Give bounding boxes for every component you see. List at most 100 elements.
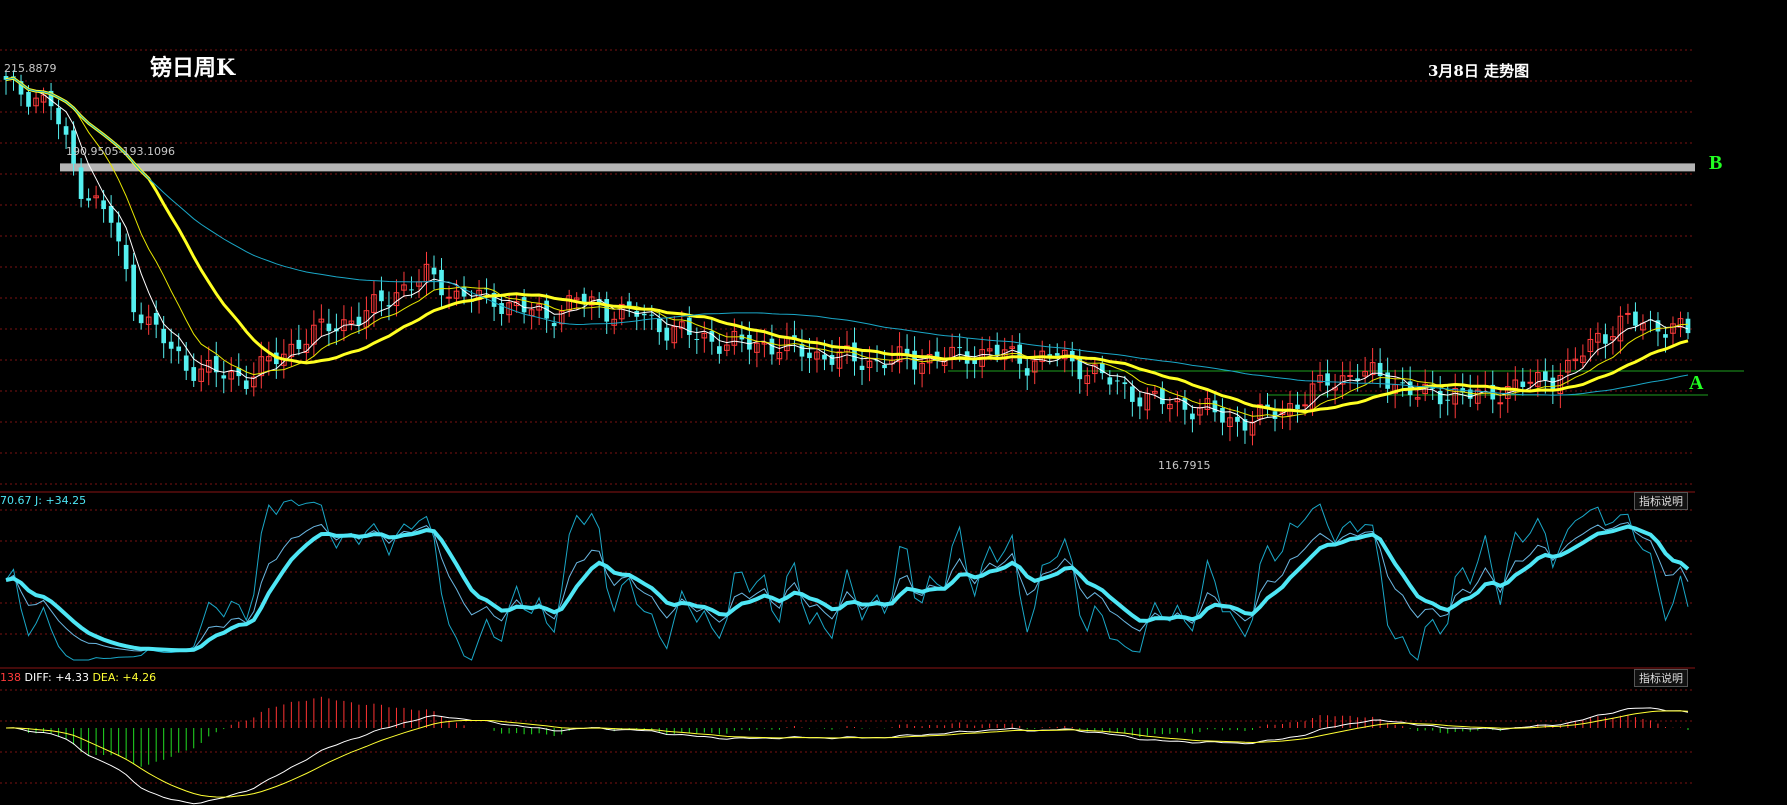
candle-body-down bbox=[161, 328, 167, 344]
macd-explain-button[interactable]: 指标说明 bbox=[1634, 669, 1688, 687]
kdj-d-line bbox=[5, 524, 1690, 653]
candle-body-down bbox=[859, 365, 865, 370]
candle-body-down bbox=[1603, 334, 1608, 344]
macd-value: 138 bbox=[0, 671, 21, 684]
chart-title: 镑日周K bbox=[150, 55, 236, 81]
candle-body-down bbox=[822, 354, 827, 360]
candle-body-up bbox=[1302, 404, 1308, 407]
resistance-band-b bbox=[60, 163, 1695, 172]
candle-body-down bbox=[1190, 413, 1195, 420]
candle-body-down bbox=[882, 364, 887, 369]
candle-body-down bbox=[1550, 377, 1556, 390]
chart-stage: 镑日周K 3月8日 走势图 215.8879 190.9505-193.1096… bbox=[0, 0, 1787, 805]
kdj-header: 70.67 J: +34.25 bbox=[0, 494, 86, 507]
candle-body-down bbox=[56, 107, 61, 125]
candle-body-down bbox=[957, 347, 962, 349]
candle-body-up bbox=[1347, 375, 1353, 378]
candle-body-down bbox=[807, 352, 812, 359]
candle-body-down bbox=[1130, 386, 1135, 402]
candle-body-down bbox=[1445, 399, 1451, 401]
dea-label: DEA: bbox=[92, 671, 119, 684]
candle-body-down bbox=[1220, 408, 1225, 423]
candle-body-down bbox=[379, 290, 384, 302]
kdj-k-value: 70.67 bbox=[0, 494, 32, 507]
date-label: 3月8日 走势图 bbox=[1428, 62, 1530, 80]
kdj-j-value: +34.25 bbox=[45, 494, 87, 507]
candle-body-down bbox=[829, 354, 835, 365]
candle-body-down bbox=[994, 344, 1000, 355]
candle-body-down bbox=[356, 316, 362, 326]
candle-body-down bbox=[1520, 381, 1526, 387]
candle-body-down bbox=[108, 205, 114, 223]
candle-body-up bbox=[1497, 402, 1504, 405]
candle-body-up bbox=[446, 296, 452, 299]
candle-body-down bbox=[641, 313, 647, 316]
candle-body-down bbox=[1114, 380, 1120, 382]
macd-dea-line bbox=[5, 710, 1689, 798]
candle-body-down bbox=[1054, 353, 1060, 356]
candle-body-down bbox=[1182, 397, 1188, 410]
level-b-label: B bbox=[1709, 152, 1723, 174]
candle-body-down bbox=[221, 375, 227, 379]
candle-body-down bbox=[116, 222, 121, 242]
candle-body-down bbox=[296, 339, 302, 350]
macd-header: 138 DIFF: +4.33 DEA: +4.26 bbox=[0, 671, 156, 684]
candle-body-down bbox=[409, 289, 414, 291]
kdj-k-line bbox=[5, 521, 1689, 652]
candle-body-down bbox=[656, 318, 662, 333]
candle-body-down bbox=[153, 312, 159, 325]
candle-body-down bbox=[26, 91, 31, 107]
candle-body-down bbox=[1400, 382, 1405, 384]
candle-body-down bbox=[326, 323, 332, 332]
diff-value: +4.33 bbox=[55, 671, 89, 684]
candle-body-down bbox=[1663, 334, 1668, 338]
candle-body-down bbox=[1137, 397, 1143, 407]
candle-body-down bbox=[1235, 416, 1240, 422]
candle-body-down bbox=[1295, 404, 1300, 410]
candle-body-down bbox=[78, 167, 84, 199]
dea-value: +4.26 bbox=[122, 671, 157, 684]
candle-body-down bbox=[709, 330, 715, 342]
candle-body-down bbox=[799, 344, 805, 357]
candle-body-down bbox=[176, 346, 182, 352]
ma10-line bbox=[5, 77, 1689, 418]
candle-body-down bbox=[183, 355, 189, 371]
candle-body-down bbox=[1325, 373, 1330, 386]
candle-body-down bbox=[243, 380, 249, 389]
low-price-tag: 116.7915 bbox=[1158, 459, 1211, 472]
candle-body-down bbox=[131, 264, 136, 313]
candle-body-down bbox=[1122, 382, 1128, 385]
candle-body-down bbox=[604, 299, 610, 322]
level-a-label: A bbox=[1689, 372, 1704, 394]
candle-body-down bbox=[191, 367, 197, 381]
candle-body-down bbox=[431, 267, 437, 275]
kdj-j-label: J: bbox=[35, 494, 42, 507]
candle-body-up bbox=[1527, 381, 1534, 384]
candle-body-down bbox=[852, 342, 857, 362]
candle-body-down bbox=[86, 198, 91, 201]
candle-body-down bbox=[717, 346, 722, 354]
candle-body-down bbox=[686, 317, 692, 335]
candle-body-up bbox=[1625, 312, 1631, 315]
high-price-tag: 215.8879 bbox=[4, 62, 57, 75]
price-chart bbox=[0, 49, 1744, 805]
macd-diff-line bbox=[5, 707, 1689, 805]
kdj-j-line bbox=[5, 499, 1689, 661]
candle-body-down bbox=[1024, 368, 1030, 376]
candle-body-down bbox=[1543, 371, 1548, 381]
candle-body-down bbox=[551, 322, 557, 327]
candle-body-down bbox=[1107, 377, 1113, 385]
candle-body-down bbox=[138, 314, 144, 324]
candle-body-down bbox=[521, 297, 527, 313]
candle-body-down bbox=[439, 269, 444, 296]
candle-body-down bbox=[664, 327, 670, 341]
candle-body-down bbox=[123, 244, 129, 270]
candle-body-down bbox=[1160, 388, 1165, 405]
diff-label: DIFF: bbox=[24, 671, 52, 684]
kdj-explain-button[interactable]: 指标说明 bbox=[1634, 492, 1688, 510]
candle-body-down bbox=[1633, 311, 1638, 326]
candle-body-down bbox=[101, 200, 106, 210]
band-range-tag: 190.9505-193.1096 bbox=[66, 145, 175, 158]
candle-body-down bbox=[63, 126, 69, 135]
candle-body-down bbox=[747, 334, 752, 350]
